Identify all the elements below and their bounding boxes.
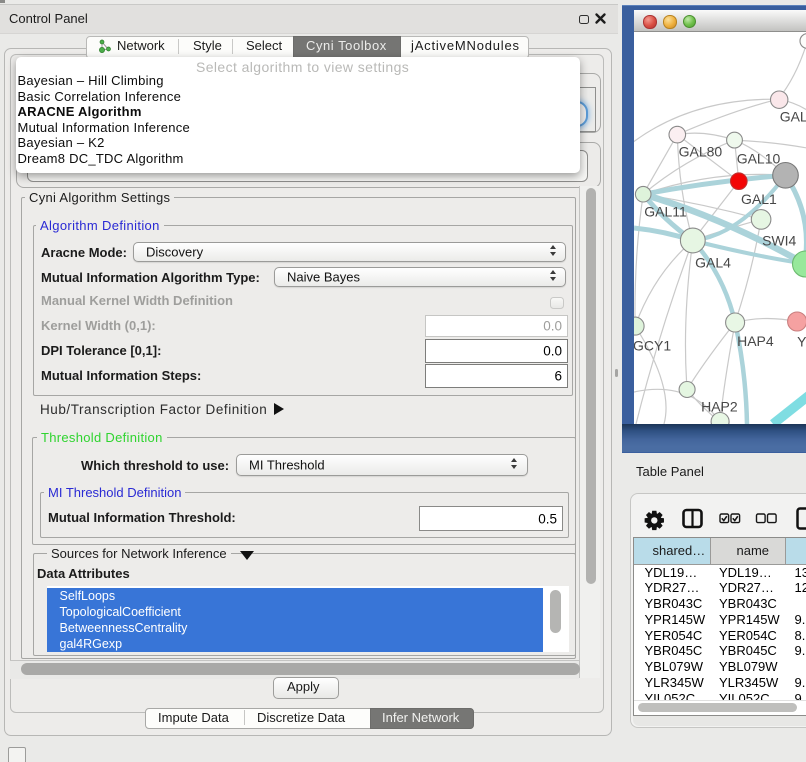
svg-text:HAP2: HAP2 — [701, 398, 738, 414]
svg-text:GAL11: GAL11 — [644, 203, 687, 219]
svg-text:GCY1: GCY1 — [634, 337, 671, 353]
svg-text:SWI4: SWI4 — [762, 232, 796, 248]
svg-text:GAL80: GAL80 — [678, 143, 722, 159]
svg-text:HAP4: HAP4 — [737, 333, 774, 349]
svg-text:GAL2: GAL2 — [780, 108, 806, 124]
svg-text:Y: Y — [797, 333, 806, 349]
svg-text:GAL1: GAL1 — [741, 191, 777, 207]
svg-text:GAL4: GAL4 — [695, 254, 731, 270]
svg-text:GAL10: GAL10 — [737, 150, 781, 166]
